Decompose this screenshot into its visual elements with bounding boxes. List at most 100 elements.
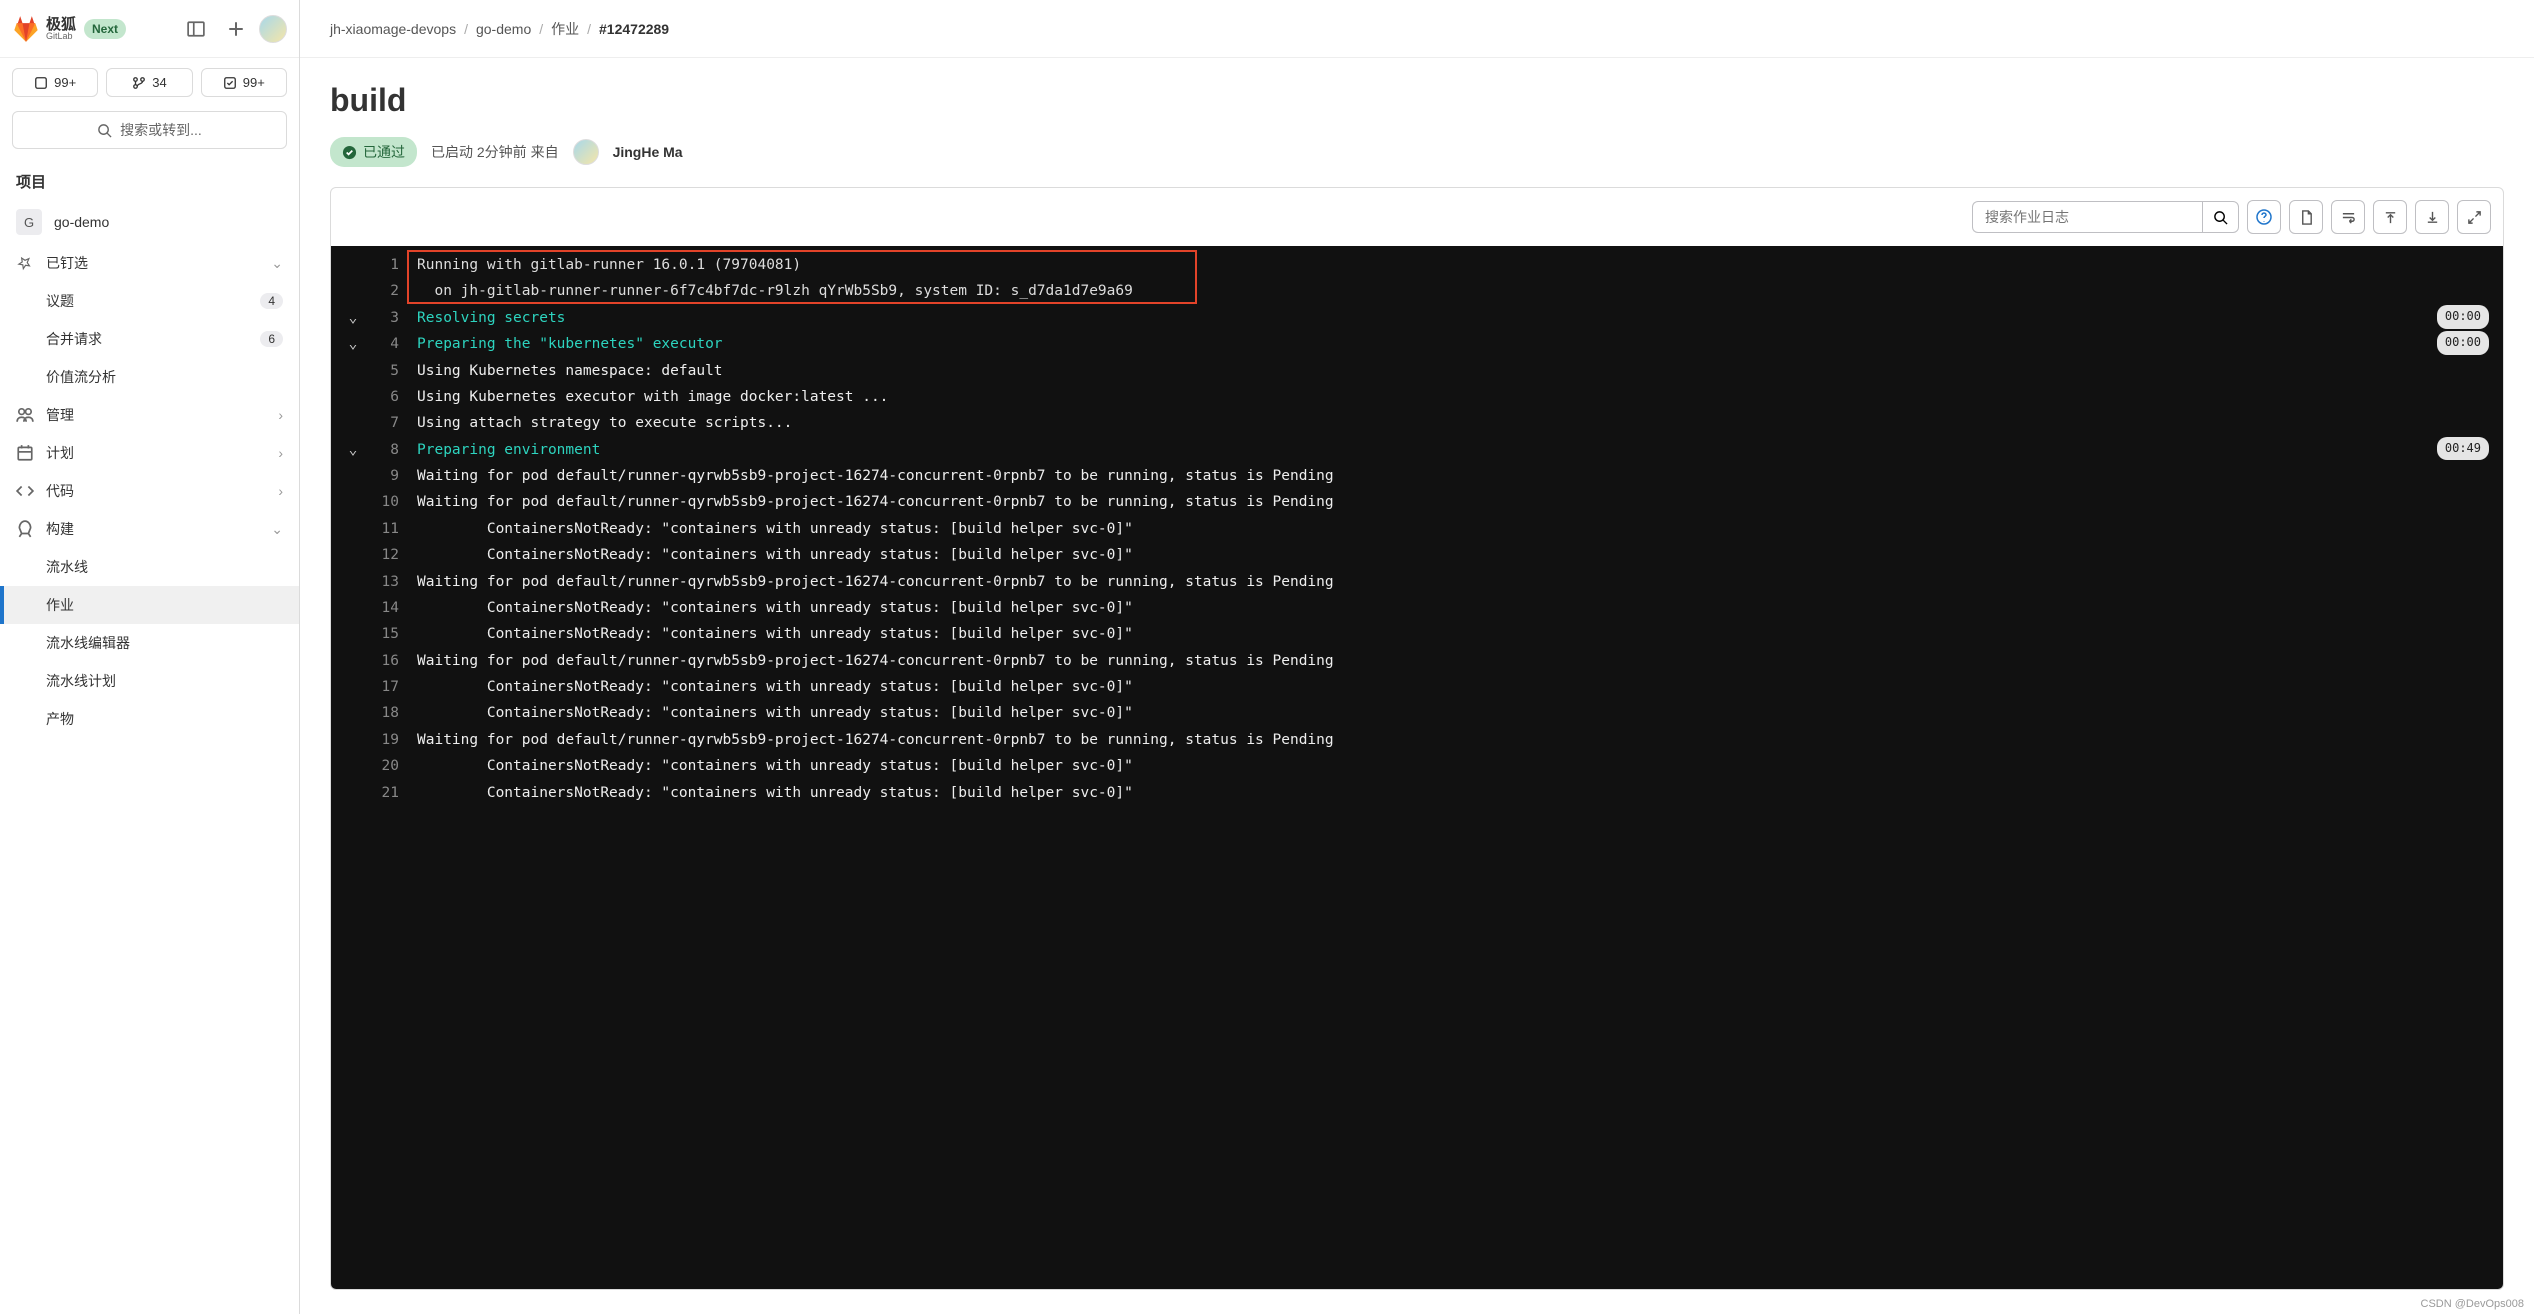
log-line[interactable]: 20 ContainersNotReady: "containers with … — [331, 753, 2503, 779]
log-line[interactable]: 14 ContainersNotReady: "containers with … — [331, 595, 2503, 621]
scroll-bottom-button[interactable] — [2415, 200, 2449, 234]
breadcrumb: jh-xiaomage-devops / go-demo / 作业 / #124… — [300, 0, 2534, 58]
build-label: 构建 — [46, 519, 74, 539]
log-line[interactable]: 1Running with gitlab-runner 16.0.1 (7970… — [331, 252, 2503, 278]
main: jh-xiaomage-devops / go-demo / 作业 / #124… — [300, 0, 2534, 1314]
log-toolbar — [331, 188, 2503, 246]
stat-row: 99+ 34 99+ — [0, 58, 299, 107]
breadcrumb-sep: / — [587, 21, 591, 37]
users-icon — [16, 406, 34, 424]
todo-stat[interactable]: 99+ — [201, 68, 287, 97]
nav-manage[interactable]: 管理 › — [0, 396, 299, 434]
nav-code[interactable]: 代码 › — [0, 472, 299, 510]
log-search-input[interactable] — [1972, 201, 2202, 233]
breadcrumb-group[interactable]: jh-xiaomage-devops — [330, 21, 456, 37]
log-text: ContainersNotReady: "containers with unr… — [417, 621, 1133, 647]
log-text: Waiting for pod default/runner-qyrwb5sb9… — [417, 648, 1334, 674]
next-badge: Next — [84, 19, 126, 39]
chevron-down-icon: ⌄ — [271, 255, 283, 272]
breadcrumb-project[interactable]: go-demo — [476, 21, 531, 37]
log-line[interactable]: 21 ContainersNotReady: "containers with … — [331, 780, 2503, 806]
author-avatar[interactable] — [573, 139, 599, 165]
log-text: Waiting for pod default/runner-qyrwb5sb9… — [417, 463, 1334, 489]
nav-issues[interactable]: 议题 4 — [0, 282, 299, 320]
project-link[interactable]: G go-demo — [0, 200, 299, 244]
log-line[interactable]: 9Waiting for pod default/runner-qyrwb5sb… — [331, 463, 2503, 489]
page-title: build — [330, 82, 2504, 119]
pinned-label: 已钉选 — [46, 253, 88, 273]
log-text: ContainersNotReady: "containers with unr… — [417, 542, 1133, 568]
log-line[interactable]: 2 on jh-gitlab-runner-runner-6f7c4bf7dc-… — [331, 278, 2503, 304]
user-avatar[interactable] — [259, 15, 287, 43]
log-duration: 00:49 — [2437, 437, 2489, 461]
schedules-label: 流水线计划 — [46, 671, 116, 691]
log-line[interactable]: 7Using attach strategy to execute script… — [331, 410, 2503, 436]
log-line[interactable]: ⌄3Resolving secrets00:00 — [331, 305, 2503, 331]
line-number: 14 — [367, 595, 399, 621]
line-number: 17 — [367, 674, 399, 700]
log-text: Preparing the "kubernetes" executor — [417, 331, 723, 357]
log-text: Resolving secrets — [417, 305, 565, 331]
chevron-down-icon: ⌄ — [271, 521, 283, 538]
log-line[interactable]: 16Waiting for pod default/runner-qyrwb5s… — [331, 648, 2503, 674]
log-line[interactable]: ⌄4Preparing the "kubernetes" executor00:… — [331, 331, 2503, 357]
nav-pipelines[interactable]: 流水线 — [0, 548, 299, 586]
pin-icon — [16, 254, 34, 272]
issues-icon — [34, 76, 48, 90]
help-button[interactable] — [2247, 200, 2281, 234]
log-body[interactable]: 1Running with gitlab-runner 16.0.1 (7970… — [331, 246, 2503, 1289]
watermark: CSDN @DevOps008 — [2421, 1298, 2524, 1310]
log-line[interactable]: 6Using Kubernetes executor with image do… — [331, 384, 2503, 410]
panel-icon[interactable] — [179, 12, 213, 46]
project-avatar: G — [16, 209, 42, 235]
plus-icon[interactable] — [219, 12, 253, 46]
breadcrumb-id[interactable]: #12472289 — [599, 21, 669, 37]
log-line[interactable]: 18 ContainersNotReady: "containers with … — [331, 700, 2503, 726]
logo-subtext: GitLab — [46, 32, 76, 41]
gitlab-icon — [12, 15, 40, 43]
log-text: ContainersNotReady: "containers with unr… — [417, 595, 1133, 621]
line-number: 11 — [367, 516, 399, 542]
log-line[interactable]: 12 ContainersNotReady: "containers with … — [331, 542, 2503, 568]
nav-merge-requests[interactable]: 合并请求 6 — [0, 320, 299, 358]
collapse-arrow-icon[interactable]: ⌄ — [339, 305, 367, 331]
breadcrumb-jobs[interactable]: 作业 — [551, 19, 579, 39]
collapse-arrow-icon[interactable]: ⌄ — [339, 437, 367, 463]
nav-pinned[interactable]: 已钉选 ⌄ — [0, 244, 299, 282]
nav-jobs[interactable]: 作业 — [0, 586, 299, 624]
log-text: on jh-gitlab-runner-runner-6f7c4bf7dc-r9… — [417, 278, 1133, 304]
pipelines-label: 流水线 — [46, 557, 88, 577]
chevron-right-icon: › — [278, 407, 283, 423]
log-line[interactable]: 17 ContainersNotReady: "containers with … — [331, 674, 2503, 700]
log-line[interactable]: 10Waiting for pod default/runner-qyrwb5s… — [331, 489, 2503, 515]
log-line[interactable]: 19Waiting for pod default/runner-qyrwb5s… — [331, 727, 2503, 753]
logo[interactable]: 极狐 GitLab — [12, 15, 76, 43]
log-search-button[interactable] — [2202, 201, 2239, 233]
nav-schedules[interactable]: 流水线计划 — [0, 662, 299, 700]
log-line[interactable]: 11 ContainersNotReady: "containers with … — [331, 516, 2503, 542]
issues-stat[interactable]: 99+ — [12, 68, 98, 97]
author-name[interactable]: JingHe Ma — [613, 144, 683, 160]
nav-value-stream[interactable]: 价值流分析 — [0, 358, 299, 396]
launched-text: 已启动 2分钟前 来自 — [431, 142, 559, 162]
nav-plan[interactable]: 计划 › — [0, 434, 299, 472]
raw-button[interactable] — [2289, 200, 2323, 234]
log-line[interactable]: 5Using Kubernetes namespace: default — [331, 358, 2503, 384]
nav-artifacts[interactable]: 产物 — [0, 700, 299, 738]
sidebar-topbar: 极狐 GitLab Next — [0, 0, 299, 58]
sidebar-search[interactable]: 搜索或转到... — [12, 111, 287, 149]
collapse-arrow-icon[interactable]: ⌄ — [339, 331, 367, 357]
merge-stat[interactable]: 34 — [106, 68, 192, 97]
log-line[interactable]: ⌄8Preparing environment00:49 — [331, 437, 2503, 463]
expand-icon — [2467, 210, 2482, 225]
fullscreen-button[interactable] — [2457, 200, 2491, 234]
log-line[interactable]: 13Waiting for pod default/runner-qyrwb5s… — [331, 569, 2503, 595]
log-duration: 00:00 — [2437, 305, 2489, 329]
log-line[interactable]: 15 ContainersNotReady: "containers with … — [331, 621, 2503, 647]
log-text: Preparing environment — [417, 437, 600, 463]
wrap-button[interactable] — [2331, 200, 2365, 234]
nav-build[interactable]: 构建 ⌄ — [0, 510, 299, 548]
scroll-top-button[interactable] — [2373, 200, 2407, 234]
nav-editor[interactable]: 流水线编辑器 — [0, 624, 299, 662]
todo-icon — [223, 76, 237, 90]
